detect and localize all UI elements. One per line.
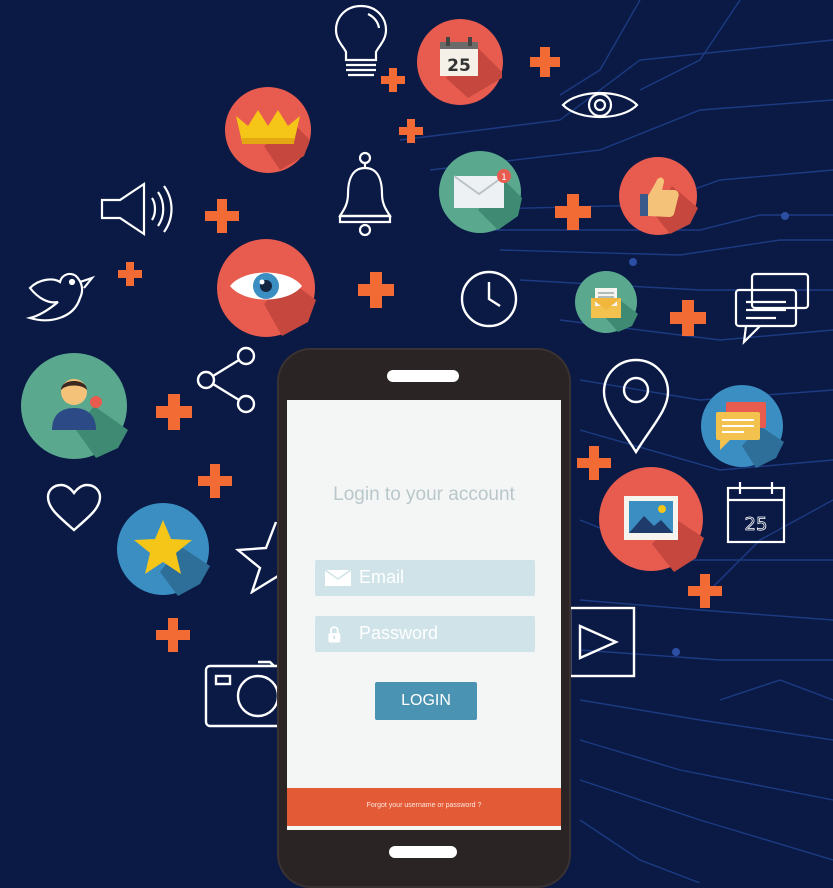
login-title: Login to your account: [333, 484, 515, 505]
envelope-icon: [325, 569, 351, 586]
smartphone: Login to your account Email Password LOG…: [277, 348, 571, 888]
forgot-bar: Forgot your username or password ?: [287, 788, 561, 826]
password-field[interactable]: Password: [315, 616, 535, 652]
password-placeholder: Password: [359, 623, 439, 643]
forgot-password-link[interactable]: Forgot your username or password ?: [287, 802, 561, 809]
phone-speaker: [387, 370, 459, 382]
scene: 25 1 25 Login to your account Email Pass…: [0, 0, 833, 888]
lock-icon: [328, 626, 341, 643]
email-placeholder: Email: [359, 567, 405, 587]
login-screen: Login to your account Email Password LOG…: [287, 400, 561, 830]
login-button[interactable]: LOGIN: [375, 682, 477, 720]
email-field[interactable]: Email: [315, 560, 535, 596]
phone-home-button: [389, 846, 457, 858]
